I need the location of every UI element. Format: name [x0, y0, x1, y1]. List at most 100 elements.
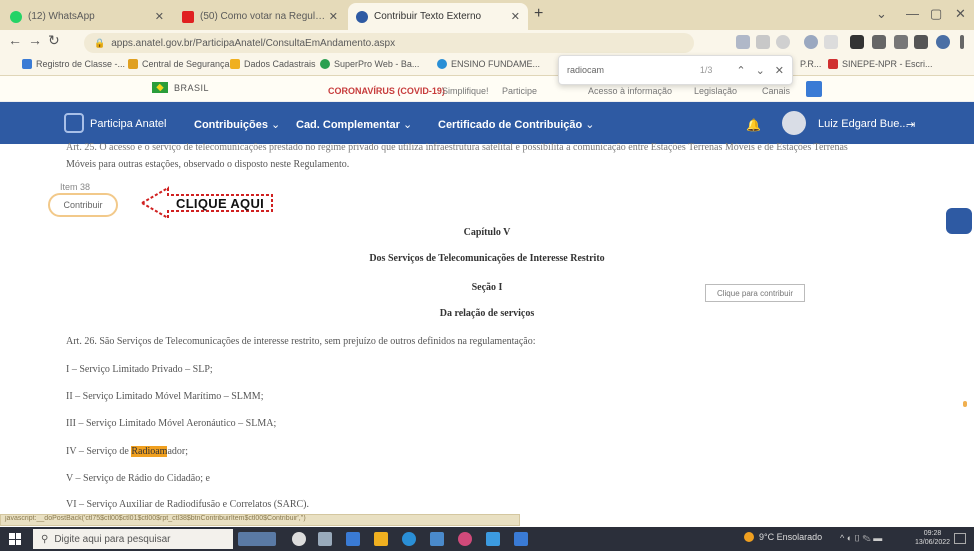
media-icon[interactable] — [894, 35, 908, 49]
flag-icon — [152, 82, 168, 93]
gov-link-covid[interactable]: CORONAVÍRUS (COVID-19) — [328, 86, 445, 96]
gov-link-acesso[interactable]: Acesso à informação — [588, 86, 672, 96]
search-icon: ⚲ — [41, 533, 49, 545]
system-tray-icon[interactable]: ^ ◐ ⌷ ✎ ▬ — [840, 533, 882, 544]
cast-icon[interactable] — [736, 35, 750, 49]
nav-contribuicoes[interactable]: Contribuições ⌄ — [194, 118, 280, 131]
tab-youtube[interactable]: (50) Como votar na Regulamen... ✕ — [174, 3, 346, 30]
file-explorer-icon[interactable] — [374, 532, 388, 546]
chevron-up-icon[interactable]: ⌃ — [736, 64, 745, 77]
bookmark-icon — [828, 59, 838, 69]
tab-contribuir[interactable]: Contribuir Texto Externo ✕ — [348, 3, 528, 30]
article-text: Art. 26. São Serviços de Telecomunicaçõe… — [66, 336, 536, 347]
minimize-button[interactable]: — — [906, 6, 919, 21]
sun-icon — [744, 532, 754, 542]
time: 09:28 — [923, 530, 942, 537]
accessibility-icon[interactable] — [806, 81, 822, 97]
gov-link-simplifique[interactable]: Simplifique! — [442, 86, 489, 96]
user-name[interactable]: Luiz Edgard Bue... — [818, 118, 909, 130]
list-item: IV – Serviço de Radioamador; — [66, 446, 189, 457]
address-bar[interactable]: 🔒 apps.anatel.gov.br/ParticipaAnatel/Con… — [84, 33, 694, 53]
anatel-logo-icon — [64, 113, 84, 133]
find-bar: radiocam 1/3 ⌃ ⌄ ✕ — [558, 55, 793, 85]
bookmark-item[interactable]: Registro de Classe -... — [22, 59, 125, 69]
taskbar-app-icon[interactable] — [318, 532, 332, 546]
taskbar-clock[interactable]: 09:28 13/06/2022 — [915, 529, 950, 547]
menu-icon[interactable] — [960, 35, 964, 49]
gov-link-canais[interactable]: Canais — [762, 86, 790, 96]
gov-link-participe[interactable]: Participe — [502, 86, 537, 96]
tab-whatsapp[interactable]: (12) WhatsApp ✕ — [2, 3, 172, 30]
nav-certificado[interactable]: Certificado de Contribuição ⌄ — [438, 118, 595, 131]
list-item: V – Serviço de Rádio do Cidadão; e — [66, 473, 210, 484]
bookmark-item[interactable]: SINEPE-NPR - Escri... — [828, 59, 933, 69]
share-icon[interactable] — [756, 35, 770, 49]
lock-icon: 🔒 — [94, 37, 106, 48]
brand-link[interactable]: Participa Anatel — [90, 118, 166, 130]
edge-icon[interactable] — [402, 532, 416, 546]
task-view-icon[interactable] — [292, 532, 306, 546]
extension-icon[interactable] — [804, 35, 818, 49]
taskbar-widget-icon[interactable] — [238, 532, 276, 546]
user-avatar[interactable] — [782, 111, 806, 135]
bookmark-item[interactable]: Dados Cadastrais — [230, 59, 316, 69]
taskbar-search[interactable]: ⚲ Digite aqui para pesquisar — [33, 529, 233, 549]
windows-start-icon[interactable] — [9, 533, 21, 545]
bookmark-item[interactable]: ENSINO FUNDAME... — [437, 59, 540, 69]
url-text: apps.anatel.gov.br/ParticipaAnatel/Consu… — [111, 37, 396, 49]
find-input[interactable]: radiocam — [567, 65, 700, 75]
contribuir-button[interactable]: Contribuir — [48, 193, 118, 217]
close-icon[interactable]: ✕ — [511, 10, 520, 23]
reload-button[interactable]: ↻ — [48, 32, 60, 49]
store-icon[interactable] — [430, 532, 444, 546]
new-tab-button[interactable]: + — [534, 5, 543, 23]
chevron-down-icon[interactable]: ⌄ — [756, 64, 765, 77]
close-icon[interactable]: ✕ — [329, 10, 338, 23]
bookmark-icon — [230, 59, 240, 69]
star-icon[interactable] — [776, 35, 790, 49]
nav-cad-complementar[interactable]: Cad. Complementar ⌄ — [296, 118, 412, 131]
close-icon[interactable]: ✕ — [775, 64, 784, 77]
bookmark-icon — [320, 59, 330, 69]
profile-avatar[interactable] — [936, 35, 950, 49]
chevron-down-icon[interactable]: ⌄ — [876, 6, 887, 22]
chrome-icon[interactable] — [486, 532, 500, 546]
taskbar-app-icon[interactable] — [346, 532, 360, 546]
floating-action-button[interactable] — [946, 208, 972, 234]
tab-title: Contribuir Texto Externo — [374, 11, 482, 22]
section-title: Da relação de serviços — [439, 308, 535, 319]
youtube-icon — [182, 10, 194, 23]
clique-aqui-label: CLIQUE AQUI — [176, 196, 265, 211]
find-count: 1/3 — [699, 65, 713, 75]
whatsapp-icon — [10, 10, 22, 23]
weather-widget[interactable]: 9°C Ensolarado — [744, 532, 822, 542]
bookmark-list-icon[interactable] — [872, 35, 886, 49]
brasil-logo[interactable]: BRASIL — [152, 82, 209, 93]
bookmark-item[interactable]: SuperPro Web - Ba... — [320, 59, 419, 69]
bookmark-item[interactable]: P.R... — [800, 59, 821, 69]
close-icon[interactable]: ✕ — [155, 10, 164, 23]
puzzle-icon[interactable] — [850, 35, 864, 49]
taskbar-app-icon[interactable] — [458, 532, 472, 546]
logout-icon[interactable]: ⇥ — [906, 118, 915, 131]
word-icon[interactable] — [514, 532, 528, 546]
forward-button[interactable]: → — [28, 32, 42, 48]
bookmark-icon — [22, 59, 32, 69]
tab-title: (50) Como votar na Regulamen... — [200, 11, 329, 22]
gov-link-legislacao[interactable]: Legislação — [694, 86, 737, 96]
close-window-button[interactable]: ✕ — [955, 6, 966, 22]
list-item: VI – Serviço Auxiliar de Radiodifusão e … — [66, 499, 310, 510]
maximize-button[interactable]: ▢ — [930, 6, 942, 22]
extension-icon[interactable] — [824, 35, 838, 49]
section-heading: Seção I — [471, 282, 503, 293]
notification-icon[interactable] — [954, 533, 966, 544]
bell-icon[interactable]: 🔔 — [746, 118, 761, 132]
bookmark-item[interactable]: Central de Segurança — [128, 59, 230, 69]
chapter-heading: Capítulo V — [463, 227, 511, 238]
search-highlight: Radioam — [131, 446, 168, 457]
search-placeholder: Digite aqui para pesquisar — [54, 533, 171, 545]
clique-para-contribuir-button[interactable]: Clique para contribuir — [705, 284, 805, 302]
back-button[interactable]: ← — [8, 32, 22, 48]
list-item: III – Serviço Limitado Móvel Aeronáutico… — [66, 418, 277, 429]
sidebar-icon[interactable] — [914, 35, 928, 49]
